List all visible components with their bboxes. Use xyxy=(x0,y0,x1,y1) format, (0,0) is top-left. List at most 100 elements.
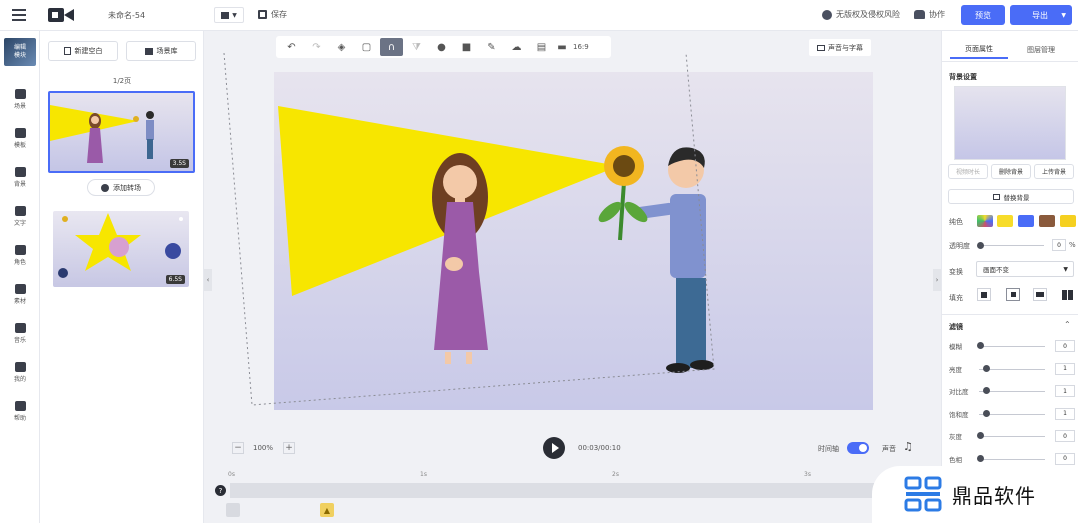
play-icon xyxy=(551,443,559,453)
scene-thumbnail-2[interactable]: 6.5S xyxy=(53,211,189,287)
chevron-down-icon: ▼ xyxy=(232,11,237,19)
slider-knob[interactable] xyxy=(977,454,984,462)
plus-page-icon xyxy=(63,47,71,55)
sidebar-item-my[interactable]: 我的 xyxy=(0,354,40,390)
sidebar-item-help[interactable]: 帮助 xyxy=(0,393,40,429)
sidebar-item-music[interactable]: 音乐 xyxy=(0,315,40,351)
transition-icon xyxy=(101,183,109,192)
sidebar-item-label: 我的 xyxy=(13,375,26,383)
zoom-level: 100% xyxy=(253,444,274,452)
collab-button[interactable]: 协作 xyxy=(914,9,945,20)
sidebar-item-material[interactable]: 素材 xyxy=(0,276,40,312)
palette-icon[interactable] xyxy=(977,215,993,227)
warning-icon[interactable]: ▲ xyxy=(320,503,334,517)
upload-bg-button[interactable]: 上传背景 xyxy=(1034,164,1074,179)
timeline-tick: 3s xyxy=(804,471,811,478)
sidebar-item-label: 音乐 xyxy=(13,336,26,344)
timeline-track[interactable] xyxy=(230,483,880,498)
zoom-in-button[interactable]: + xyxy=(283,442,295,454)
video-duration-button[interactable]: 视频时长 xyxy=(948,164,988,179)
filter-slider[interactable] xyxy=(979,436,1045,437)
add-transition-button[interactable]: 添加转场 xyxy=(87,179,155,196)
filter-value-input[interactable]: 0 xyxy=(1055,340,1075,352)
layout-dropdown[interactable]: ▼ xyxy=(214,7,244,23)
collapse-chevron-icon[interactable]: ⌃ xyxy=(1064,320,1071,329)
fill-mode-fit-button[interactable] xyxy=(977,288,991,301)
fill-mode-tile-button[interactable] xyxy=(1060,288,1074,301)
filter-value-input[interactable]: 0 xyxy=(1055,430,1075,442)
sidebar-item-label: 模板 xyxy=(13,141,26,149)
color-swatch-gold[interactable] xyxy=(1060,215,1076,227)
toggle-knob xyxy=(859,444,867,452)
new-blank-button[interactable]: 新建空白 xyxy=(48,41,118,61)
filter-value-input[interactable]: 1 xyxy=(1055,362,1075,375)
slider-knob[interactable] xyxy=(983,387,990,394)
sidebar-item-background[interactable]: 背景 xyxy=(0,159,40,195)
filter-name: 对比度 xyxy=(949,388,969,396)
transform-select[interactable]: 画面不变 ▼ xyxy=(976,261,1074,277)
scene-duration-badge: 6.5S xyxy=(165,275,185,284)
filter-name: 灰度 xyxy=(949,433,962,441)
slider-knob[interactable] xyxy=(983,364,990,372)
slider-knob[interactable] xyxy=(977,432,984,439)
filter-row: 色相 0 xyxy=(949,452,1077,465)
preview-button[interactable]: 预览 xyxy=(961,5,1005,25)
delete-bg-button[interactable]: 删除背景 xyxy=(991,164,1031,179)
tab-page-properties[interactable]: 页面属性 xyxy=(950,41,1008,59)
track-item-icon[interactable] xyxy=(226,503,240,517)
filter-value-input[interactable]: 1 xyxy=(1055,407,1075,420)
solid-color-label: 纯色 xyxy=(949,218,963,226)
sidebar-item-text[interactable]: 文字 xyxy=(0,198,40,234)
help-icon xyxy=(14,400,26,411)
save-button[interactable]: 保存 xyxy=(258,9,287,20)
sidebar-item-scene[interactable]: 场景 xyxy=(0,81,40,117)
top-bar: 未命名-54 ▼ 保存 无版权及侵权风险 协作 预览 导出 ▼ xyxy=(0,0,1078,31)
zoom-out-button[interactable]: − xyxy=(232,442,244,454)
filter-section-title: 滤镜 xyxy=(949,323,963,331)
timeline-tick: 1s xyxy=(420,471,427,478)
bg-preview[interactable] xyxy=(954,86,1066,160)
color-swatch-brown[interactable] xyxy=(1039,215,1055,227)
fill-mode-stretch-button[interactable] xyxy=(1033,288,1047,301)
fill-mode-center-button[interactable] xyxy=(1006,288,1020,301)
collapse-right-handle[interactable]: › xyxy=(933,269,941,291)
sidebar-item-template[interactable]: 模板 xyxy=(0,120,40,156)
tab-layer-management[interactable]: 图层管理 xyxy=(1012,41,1070,59)
copyright-notice[interactable]: 无版权及侵权风险 xyxy=(822,9,900,20)
color-swatch-blue[interactable] xyxy=(1018,215,1034,227)
chevron-down-icon: ▼ xyxy=(1063,265,1068,273)
slider-knob[interactable] xyxy=(983,409,990,417)
sidebar-item-label: 背景 xyxy=(13,180,26,188)
color-swatch-yellow[interactable] xyxy=(997,215,1013,227)
slider-knob[interactable] xyxy=(977,242,984,249)
filter-row: 灰度 0 xyxy=(949,430,1077,442)
filter-name: 色相 xyxy=(949,455,962,464)
divider xyxy=(942,61,1078,62)
help-circle-icon[interactable]: ? xyxy=(215,485,226,496)
opacity-unit: % xyxy=(1069,241,1076,249)
sidebar-item-character[interactable]: 角色 xyxy=(0,237,40,273)
filter-value-input[interactable]: 1 xyxy=(1055,385,1075,397)
collapse-left-handle[interactable]: ‹ xyxy=(204,269,212,291)
music-icon xyxy=(14,322,26,333)
users-icon xyxy=(914,10,925,19)
module-logo[interactable]: 编辑 模块 xyxy=(4,38,36,66)
opacity-input[interactable]: 0 xyxy=(1052,239,1066,251)
timeline-toggle[interactable] xyxy=(847,442,869,454)
play-button[interactable] xyxy=(543,437,565,459)
timeline-label: 时间轴 xyxy=(818,445,839,453)
filter-slider[interactable] xyxy=(979,346,1045,347)
music-note-icon[interactable]: ♫ xyxy=(903,440,913,453)
filter-slider[interactable] xyxy=(979,458,1045,460)
chevron-down-icon[interactable]: ▼ xyxy=(1061,12,1066,19)
export-button[interactable]: 导出 ▼ xyxy=(1010,5,1072,25)
opacity-slider[interactable] xyxy=(977,242,1044,249)
menu-icon[interactable] xyxy=(12,9,26,21)
scene-thumbnail-1[interactable]: 3.5S xyxy=(48,91,195,173)
canvas-workspace: ↶ ↷ ◈ ▢ ∩ ⧩ ● ■ ✎ ☁ ▤ ▬ 16:9 声音与字幕 ‹ › −… xyxy=(204,31,941,523)
replace-bg-button[interactable]: 替换背景 xyxy=(948,189,1074,204)
scene-library-button[interactable]: 场景库 xyxy=(126,41,196,61)
project-title[interactable]: 未命名-54 xyxy=(108,10,145,21)
slider-knob[interactable] xyxy=(977,342,984,349)
filter-value-input[interactable]: 0 xyxy=(1055,452,1075,465)
